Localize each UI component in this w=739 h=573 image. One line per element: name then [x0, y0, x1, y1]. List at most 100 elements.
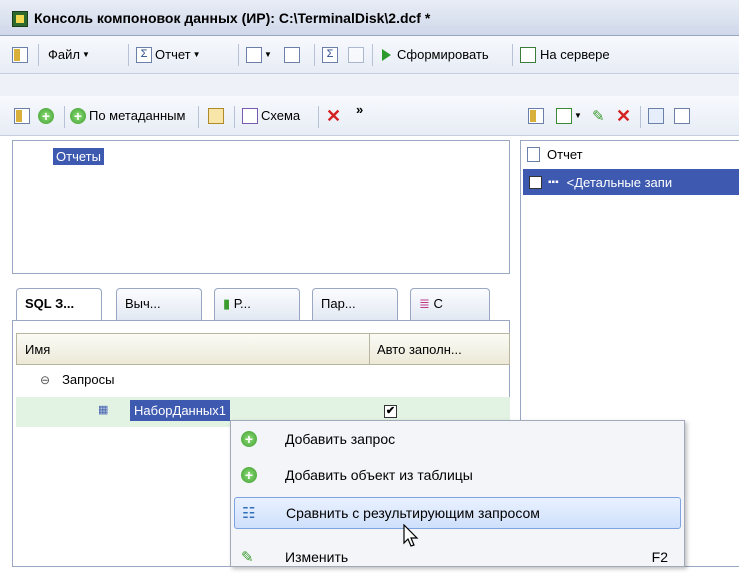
- compose-icon: [246, 46, 262, 63]
- file-menu-label: Файл: [48, 47, 80, 62]
- toolbar-separator: [318, 106, 319, 128]
- settings-lines-icon: ≣: [419, 296, 430, 311]
- mouse-cursor-icon: [403, 524, 419, 547]
- folder-up-icon: [208, 107, 224, 124]
- auto-fill-checkbox[interactable]: ✔: [384, 405, 397, 418]
- tab-queries[interactable]: SQL З...: [16, 288, 102, 321]
- tab-parameters[interactable]: Пар...: [312, 288, 398, 320]
- tab-settings-label: С: [433, 296, 443, 311]
- on-server-label: На сервере: [540, 47, 610, 62]
- menu-item-add-query[interactable]: + Добавить запрос: [231, 423, 684, 455]
- toolbar-separator: [238, 44, 239, 66]
- context-menu: + Добавить запрос + Добавить объект из т…: [230, 420, 685, 567]
- menu-item-add-from-table[interactable]: + Добавить объект из таблицы: [231, 459, 684, 491]
- collapse-icon[interactable]: ⊖: [40, 373, 50, 387]
- reports-panel: Отчеты: [12, 140, 510, 274]
- menu-item-label: Добавить запрос: [285, 431, 396, 447]
- add-grouping-button[interactable]: ▼: [556, 96, 582, 135]
- app-logo-icon: [12, 11, 28, 27]
- pencil-icon: ✎: [241, 549, 254, 566]
- window-icon: [14, 107, 30, 124]
- report-root-label: Отчет: [547, 147, 583, 162]
- pencil-icon: ✎: [592, 107, 605, 125]
- delete-button[interactable]: ✕: [326, 96, 341, 135]
- delete-icon: ✕: [616, 105, 632, 126]
- add-icon: +: [241, 431, 257, 447]
- window-title: Консоль компоновок данных (ИР): C:\Termi…: [34, 10, 431, 26]
- window-icon: [12, 46, 28, 63]
- compose-button[interactable]: ▼: [246, 36, 272, 73]
- grouping-icon: [556, 107, 572, 124]
- sum-icon: Σ: [136, 46, 152, 63]
- tab-queries-label: SQL З...: [25, 296, 75, 311]
- column-divider: [369, 334, 370, 364]
- add-icon: +: [70, 107, 86, 124]
- import-button[interactable]: Σ: [322, 36, 338, 73]
- server-icon: [520, 46, 536, 63]
- list-icon: [648, 107, 664, 124]
- report-child-label: <Детальные запи: [566, 174, 673, 190]
- use-checkbox[interactable]: ✔: [529, 175, 542, 189]
- run-report-label: Сформировать: [397, 47, 489, 62]
- window-menu-button[interactable]: [12, 36, 28, 73]
- toolbar-separator: [512, 44, 513, 66]
- toolbar-separator: [314, 44, 315, 66]
- window-menu-button[interactable]: [14, 96, 30, 135]
- upload-button[interactable]: [208, 96, 224, 135]
- more-button[interactable]: »: [356, 90, 363, 129]
- toolbar-separator: [198, 106, 199, 128]
- tab-settings[interactable]: ≣ С: [410, 288, 490, 320]
- report-structure-root[interactable]: Отчет: [527, 147, 583, 162]
- toolbar-separator: [128, 44, 129, 66]
- resource-icon: ▮: [223, 296, 231, 311]
- sum-arrow-icon: Σ: [322, 46, 338, 63]
- export-button[interactable]: [348, 36, 364, 73]
- list-view-button[interactable]: [648, 96, 664, 135]
- compare-icon: ☷: [242, 505, 256, 522]
- col-name-header[interactable]: Имя: [25, 342, 50, 357]
- table-icon: ▦: [98, 404, 109, 416]
- menu-item-label: Добавить объект из таблицы: [285, 467, 473, 483]
- queries-group-row[interactable]: ⊖ Запросы: [40, 372, 115, 387]
- add-button[interactable]: +: [38, 96, 54, 135]
- add-by-metadata-button[interactable]: + По метаданным: [70, 96, 185, 135]
- schema-toolbar: + + По метаданным Схема ✕ » ▼ ✎ ✕: [0, 96, 739, 136]
- queries-grid-header: Имя Авто заполн...: [16, 333, 510, 365]
- edit-button[interactable]: ✎: [592, 96, 605, 135]
- tab-resources-label: Р...: [233, 296, 251, 311]
- schema-label: Схема: [261, 108, 301, 123]
- right-window-menu-button[interactable]: [528, 96, 544, 135]
- document-icon: [527, 147, 540, 162]
- save-settings-button[interactable]: [284, 36, 300, 73]
- right-delete-button[interactable]: ✕: [616, 96, 631, 135]
- export-icon: [348, 46, 364, 63]
- col-auto-header[interactable]: Авто заполн...: [377, 342, 462, 357]
- chevron-down-icon: ▼: [264, 50, 272, 59]
- schema-button[interactable]: Схема: [242, 96, 300, 135]
- menu-item-compare[interactable]: ☷ Сравнить с результирующим запросом: [234, 497, 681, 529]
- report-menu-label: Отчет: [155, 47, 191, 62]
- add-by-metadata-label: По метаданным: [89, 108, 186, 123]
- on-server-button[interactable]: На сервере: [520, 36, 610, 73]
- menu-item-label: Сравнить с результирующим запросом: [286, 505, 540, 521]
- menu-item-label: Изменить: [285, 549, 349, 565]
- add-icon: +: [38, 107, 54, 124]
- menu-item-edit[interactable]: ✎ Изменить F2: [231, 541, 684, 573]
- reports-tree-item[interactable]: Отчеты: [53, 148, 104, 165]
- file-menu-button[interactable]: Файл ▼: [48, 36, 90, 73]
- tree-view-button[interactable]: [674, 96, 690, 135]
- chevron-down-icon: ▼: [574, 111, 582, 120]
- menu-item-shortcut: F2: [651, 549, 668, 565]
- run-report-button[interactable]: Сформировать: [382, 36, 489, 73]
- toolbar-gap: [0, 74, 739, 96]
- tab-resources[interactable]: ▮ Р...: [214, 288, 300, 320]
- toolbar-separator: [234, 106, 235, 128]
- dataset-name[interactable]: НаборДанных1: [130, 400, 230, 421]
- report-structure-child[interactable]: ✔ ▪▪▪ <Детальные запи: [523, 169, 739, 195]
- tree-icon: [674, 107, 690, 124]
- schema-icon: [242, 107, 258, 124]
- tab-calculated[interactable]: Выч...: [116, 288, 202, 320]
- report-menu-button[interactable]: Σ Отчет ▼: [136, 36, 201, 73]
- play-icon: [382, 48, 391, 61]
- main-toolbar: Файл ▼ Σ Отчет ▼ ▼ Σ Сформировать На серве…: [0, 36, 739, 74]
